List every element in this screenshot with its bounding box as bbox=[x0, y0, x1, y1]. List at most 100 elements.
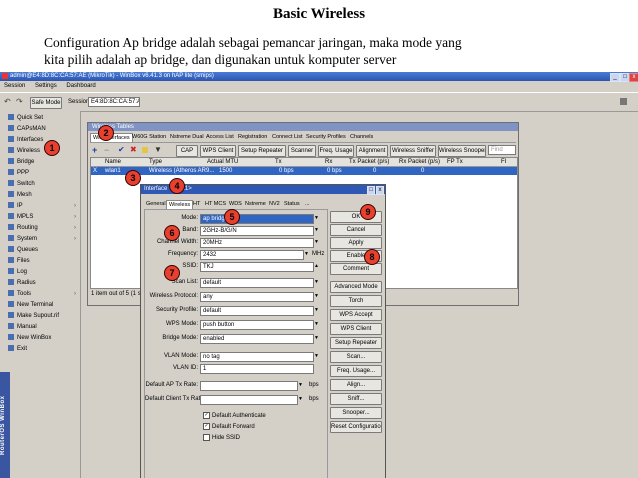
col-name[interactable]: Name bbox=[105, 158, 121, 166]
sidebar-item-quick-set[interactable]: Quick Set bbox=[8, 113, 78, 123]
sidebar-item-queues[interactable]: Queues bbox=[8, 245, 78, 255]
col-fp-tx[interactable]: FP Tx bbox=[447, 158, 463, 166]
wps-accept-button[interactable]: WPS Accept bbox=[330, 309, 382, 321]
reset-configuration-button[interactable]: Reset Configuration bbox=[330, 421, 382, 433]
chevron-down-icon[interactable]: ▼ bbox=[313, 278, 320, 286]
chevron-down-icon[interactable]: ▼ bbox=[313, 226, 320, 234]
sidebar-item-new-winbox[interactable]: New WinBox bbox=[8, 333, 78, 343]
tab-registration[interactable]: Registration bbox=[236, 133, 269, 141]
frequency-select[interactable]: 2432 bbox=[200, 250, 304, 260]
dialog-maximize-button[interactable]: □ bbox=[367, 186, 375, 195]
col-tx[interactable]: Tx bbox=[275, 158, 282, 166]
band-select[interactable]: 2GHz-B/G/N bbox=[200, 226, 314, 236]
sidebar-item-mesh[interactable]: Mesh bbox=[8, 190, 78, 200]
tab-wds[interactable]: WDS bbox=[227, 200, 244, 208]
wireless-sniffer-button[interactable]: Wireless Sniffer bbox=[390, 145, 436, 157]
apply-button[interactable]: Apply bbox=[330, 237, 382, 249]
remove-icon[interactable]: − bbox=[104, 145, 109, 155]
chevron-up-icon[interactable]: ▲ bbox=[313, 262, 320, 270]
chevron-down-icon[interactable]: ▼ bbox=[313, 238, 320, 246]
channel-width-select[interactable]: 20MHz bbox=[200, 238, 314, 248]
dialog-close-button[interactable]: x bbox=[376, 186, 384, 195]
chevron-down-icon[interactable]: ▼ bbox=[313, 352, 320, 360]
snooper-button[interactable]: Snooper... bbox=[330, 407, 382, 419]
minimize-button[interactable]: _ bbox=[610, 73, 620, 82]
sidebar-item-radius[interactable]: Radius bbox=[8, 278, 78, 288]
wireless-protocol-select[interactable]: any bbox=[200, 292, 314, 302]
tab-more[interactable]: ... bbox=[303, 200, 312, 208]
sidebar-item-capsman[interactable]: CAPsMAN bbox=[8, 124, 78, 134]
chevron-down-icon[interactable]: ▼ bbox=[313, 214, 320, 222]
vlan-mode-select[interactable]: no tag bbox=[200, 352, 314, 362]
close-button[interactable]: x bbox=[629, 73, 638, 82]
sidebar-item-tools[interactable]: Tools › bbox=[8, 289, 78, 299]
col-type[interactable]: Type bbox=[149, 158, 162, 166]
scan-list-select[interactable]: default bbox=[200, 278, 314, 288]
sidebar-item-bridge[interactable]: Bridge bbox=[8, 157, 78, 167]
enable-icon[interactable]: ✔ bbox=[118, 145, 125, 154]
session-field[interactable]: E4:8D:8C:CA:57:AE bbox=[88, 97, 140, 107]
tab-channels[interactable]: Channels bbox=[348, 133, 375, 141]
sidebar-item-routing[interactable]: Routing › bbox=[8, 223, 78, 233]
sidebar-item-files[interactable]: Files bbox=[8, 256, 78, 266]
sniff-button[interactable]: Sniff... bbox=[330, 393, 382, 405]
scanner-button[interactable]: Scanner bbox=[288, 145, 316, 157]
wps-mode-select[interactable]: push button bbox=[200, 320, 314, 330]
tab-nstreme[interactable]: Nstreme bbox=[243, 200, 268, 208]
col-tx-packet[interactable]: Tx Packet (p/s) bbox=[349, 158, 389, 166]
col-fi[interactable]: FI bbox=[501, 158, 506, 166]
sidebar-item-ip[interactable]: IP › bbox=[8, 201, 78, 211]
sidebar-item-make-supout[interactable]: Make Supout.rif bbox=[8, 311, 78, 321]
col-rx[interactable]: Rx bbox=[325, 158, 332, 166]
sidebar-item-exit[interactable]: Exit bbox=[8, 344, 78, 354]
col-rx-packet[interactable]: Rx Packet (p/s) bbox=[399, 158, 440, 166]
vlan-id-input[interactable]: 1 bbox=[200, 364, 314, 374]
comment-icon[interactable] bbox=[142, 147, 148, 153]
wps-client-button[interactable]: WPS Client bbox=[200, 145, 236, 157]
disable-icon[interactable]: ✖ bbox=[130, 145, 137, 154]
undo-icon[interactable]: ↶ bbox=[4, 97, 11, 106]
tab-nv2[interactable]: NV2 bbox=[267, 200, 282, 208]
scan-button[interactable]: Scan... bbox=[330, 351, 382, 363]
sidebar-item-system[interactable]: System › bbox=[8, 234, 78, 244]
sidebar-item-new-terminal[interactable]: New Terminal bbox=[8, 300, 78, 310]
default-authenticate-checkbox[interactable]: ✓ Default Authenticate bbox=[203, 412, 266, 419]
table-row[interactable]: X wlan1 Wireless (Atheros AR9... 1500 0 … bbox=[91, 167, 517, 175]
setup-repeater-button[interactable]: Setup Repeater bbox=[330, 337, 382, 349]
sidebar-item-wireless[interactable]: Wireless bbox=[8, 146, 78, 156]
tab-status[interactable]: Status bbox=[282, 200, 302, 208]
safe-mode-button[interactable]: Safe Mode bbox=[30, 97, 62, 109]
hide-ssid-checkbox[interactable]: Hide SSID bbox=[203, 434, 240, 441]
tab-ht-mcs[interactable]: HT MCS bbox=[203, 200, 228, 208]
advanced-mode-button[interactable]: Advanced Mode bbox=[330, 281, 382, 293]
tab-access-list[interactable]: Access List bbox=[204, 133, 236, 141]
ssid-input[interactable]: TKJ bbox=[200, 262, 314, 272]
torch-button[interactable]: Torch bbox=[330, 295, 382, 307]
bridge-mode-select[interactable]: enabled bbox=[200, 334, 314, 344]
tab-nstreme-dual[interactable]: Nstreme Dual bbox=[168, 133, 206, 141]
setup-repeater-button[interactable]: Setup Repeater bbox=[238, 145, 286, 157]
cap-button[interactable]: CAP bbox=[176, 145, 198, 157]
wps-client-button[interactable]: WPS Client bbox=[330, 323, 382, 335]
chevron-down-icon[interactable]: ▼ bbox=[297, 395, 304, 403]
sidebar-item-manual[interactable]: Manual bbox=[8, 322, 78, 332]
cancel-button[interactable]: Cancel bbox=[330, 224, 382, 236]
chevron-down-icon[interactable]: ▼ bbox=[313, 306, 320, 314]
find-input[interactable]: Find bbox=[488, 145, 516, 155]
default-forward-checkbox[interactable]: ✓ Default Forward bbox=[203, 423, 255, 430]
menu-session[interactable]: Session bbox=[4, 83, 25, 89]
sidebar-item-mpls[interactable]: MPLS › bbox=[8, 212, 78, 222]
tab-wireless[interactable]: Wireless bbox=[166, 200, 194, 209]
menu-dashboard[interactable]: Dashboard bbox=[66, 83, 95, 89]
chevron-down-icon[interactable]: ▼ bbox=[313, 320, 320, 328]
tab-connect-list[interactable]: Connect List bbox=[270, 133, 305, 141]
default-client-tx-rate-input[interactable] bbox=[200, 395, 298, 405]
chevron-down-icon[interactable]: ▼ bbox=[313, 292, 320, 300]
default-ap-tx-rate-input[interactable] bbox=[200, 381, 298, 391]
mode-select[interactable]: ap bridge bbox=[200, 214, 314, 224]
freq-usage-button[interactable]: Freq. Usage bbox=[318, 145, 354, 157]
chevron-down-icon[interactable]: ▼ bbox=[297, 381, 304, 389]
tab-general[interactable]: General bbox=[144, 200, 168, 208]
align-button[interactable]: Align... bbox=[330, 379, 382, 391]
comment-button[interactable]: Comment bbox=[330, 263, 382, 275]
